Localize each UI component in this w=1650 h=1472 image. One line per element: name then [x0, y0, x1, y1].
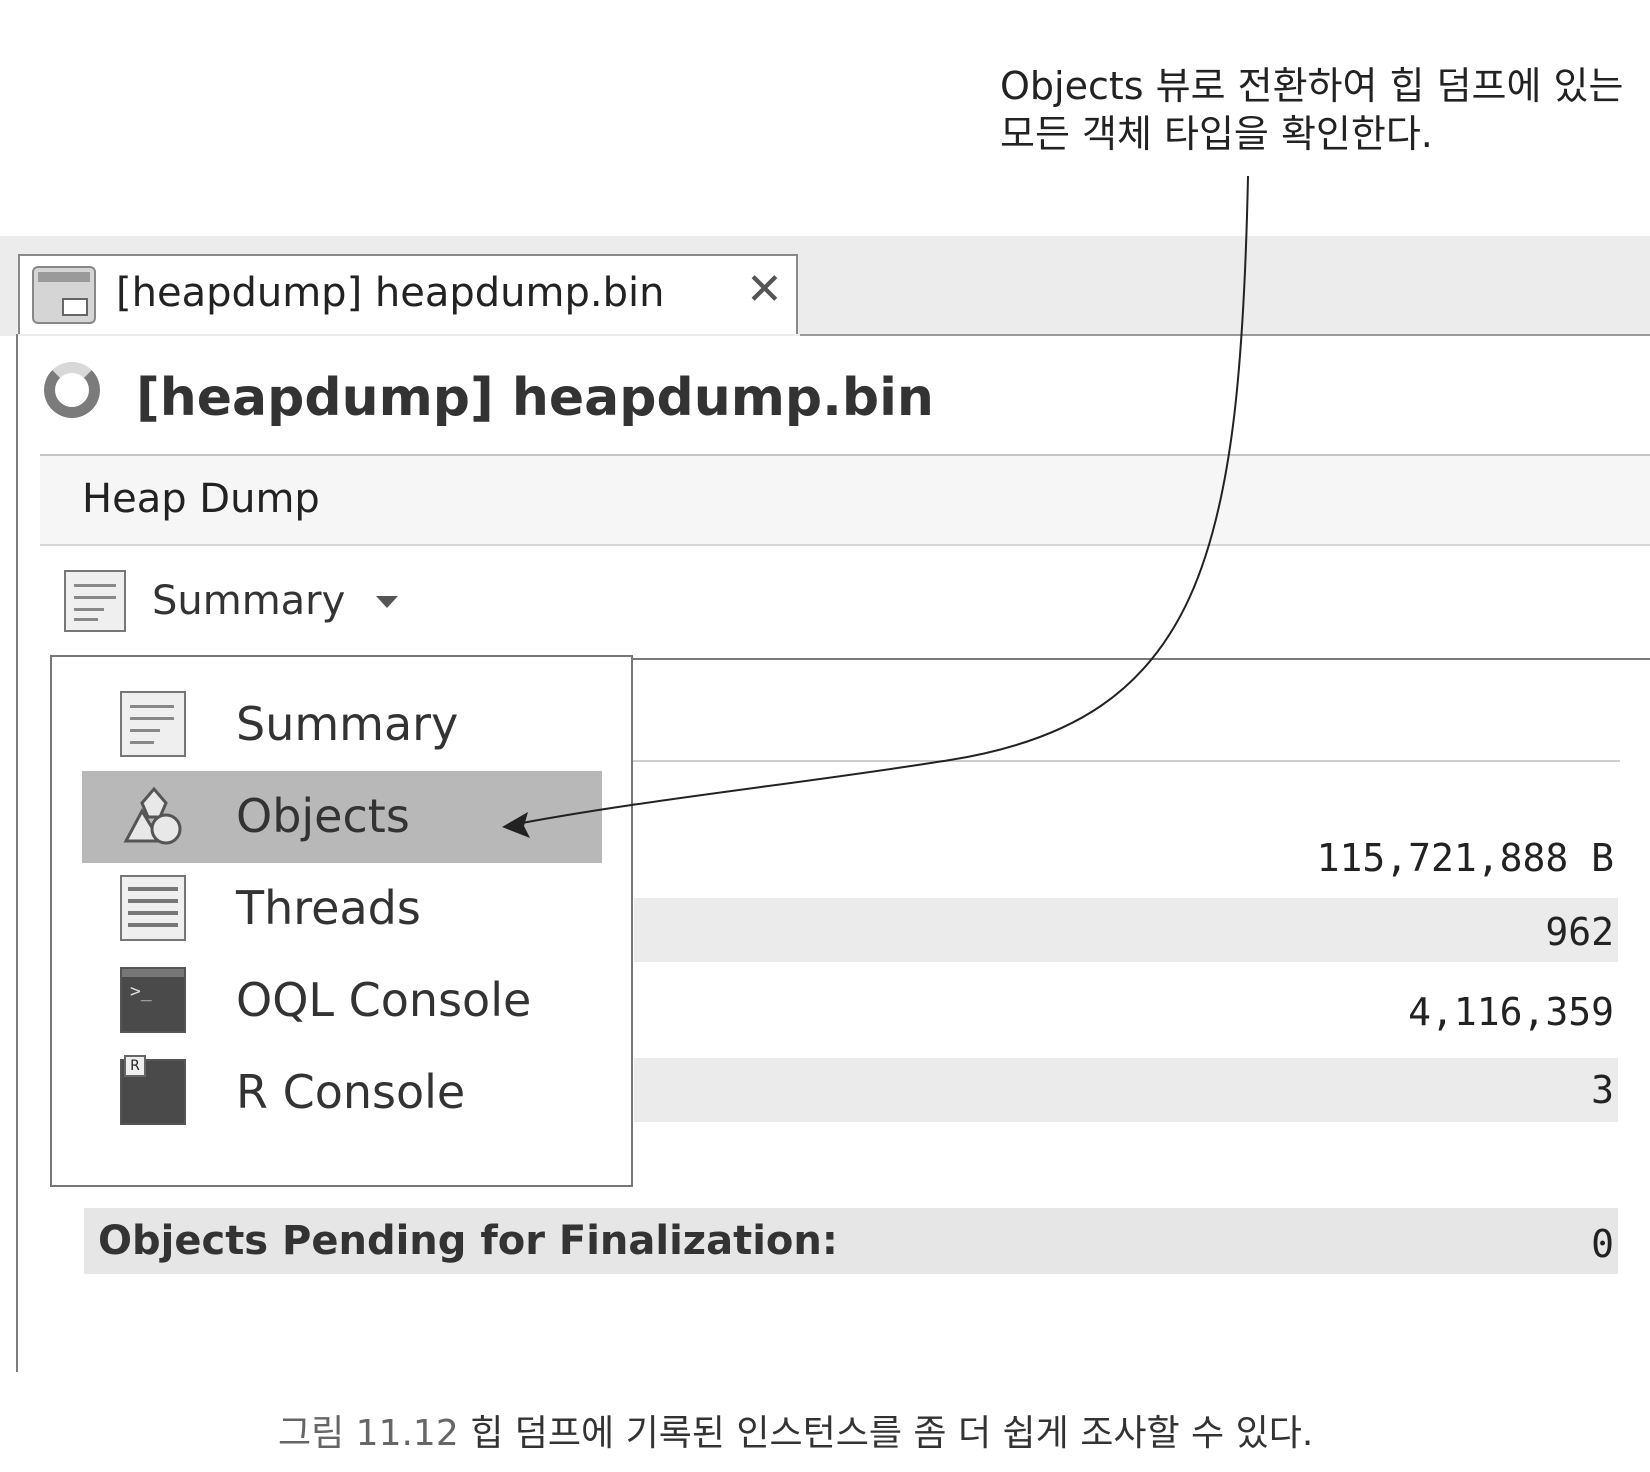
- tab-heapdump[interactable]: [heapdump] heapdump.bin ✕: [18, 254, 798, 334]
- r-console-icon: R: [120, 1055, 186, 1125]
- menu-item-summary[interactable]: Summary: [82, 679, 602, 771]
- menu-item-label: Objects: [236, 789, 410, 843]
- table-row-bg: [634, 1058, 1618, 1122]
- tab-title: [heapdump] heapdump.bin: [116, 270, 665, 316]
- chevron-down-icon: [376, 596, 398, 608]
- annotation-line-2: 모든 객체 타입을 확인한다.: [1000, 112, 1433, 156]
- threads-icon: [120, 875, 186, 941]
- summary-icon: [64, 570, 126, 632]
- menu-item-label: OQL Console: [236, 973, 532, 1027]
- classes-value: 962: [1545, 910, 1614, 954]
- panel-border: [16, 334, 18, 1372]
- table-row-bg: [634, 898, 1618, 962]
- figure-caption: 그림 11.12 힙 덤프에 기록된 인스턴스를 좀 더 쉽게 조사할 수 있다…: [278, 1404, 1313, 1456]
- objects-icon: [120, 783, 186, 849]
- menu-item-label: Threads: [236, 881, 421, 935]
- tab-strip-divider: [800, 334, 1650, 336]
- loading-spinner-icon: [44, 362, 100, 418]
- summary-icon: [120, 691, 186, 757]
- menu-item-r-console[interactable]: R R Console: [82, 1047, 602, 1139]
- view-menu: Summary Objects Threads >_ OQL Console R: [50, 655, 633, 1187]
- menu-item-oql-console[interactable]: >_ OQL Console: [82, 955, 602, 1047]
- page-title: [heapdump] heapdump.bin: [136, 368, 934, 428]
- section-label: Heap Dump: [82, 476, 320, 522]
- close-icon[interactable]: ✕: [746, 264, 783, 315]
- annotation-line-1: Objects 뷰로 전환하여 힙 덤프에 있는: [1000, 64, 1624, 108]
- caption-text: 힙 덤프에 기록된 인스턴스를 좀 더 쉽게 조사할 수 있다.: [470, 1413, 1314, 1454]
- view-selector-label: Summary: [152, 578, 346, 624]
- pending-finalization-value: 0: [1591, 1222, 1614, 1266]
- classloaders-value: 3: [1591, 1068, 1614, 1112]
- pending-finalization-label: Objects Pending for Finalization:: [98, 1218, 838, 1264]
- menu-item-threads[interactable]: Threads: [82, 863, 602, 955]
- annotation-callout: Objects 뷰로 전환하여 힙 덤프에 있는 모든 객체 타입을 확인한다.: [1000, 62, 1624, 158]
- total-bytes-value: 115,721,888 B: [1316, 836, 1614, 880]
- section-header: Heap Dump: [40, 454, 1650, 546]
- heapdump-icon: [32, 266, 96, 324]
- menu-item-label: Summary: [236, 697, 459, 751]
- instances-value: 4,116,359: [1408, 990, 1614, 1034]
- view-selector-dropdown[interactable]: Summary: [60, 566, 460, 638]
- menu-item-label: R Console: [236, 1065, 466, 1119]
- console-icon: >_: [120, 967, 186, 1033]
- figure-number: 그림 11.12: [278, 1413, 459, 1454]
- menu-item-objects[interactable]: Objects: [82, 771, 602, 863]
- divider: [630, 760, 1620, 762]
